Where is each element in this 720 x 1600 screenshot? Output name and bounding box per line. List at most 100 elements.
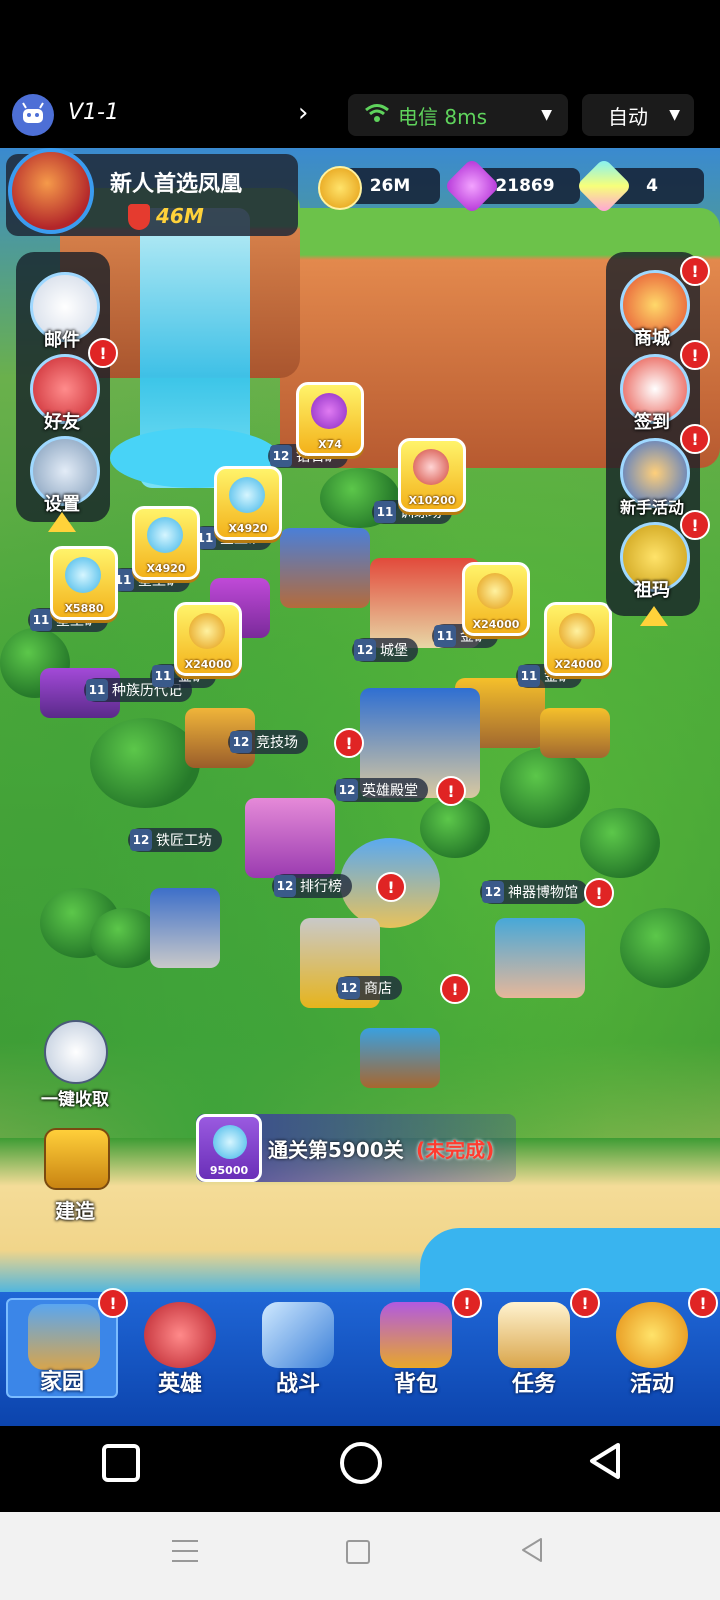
building-label[interactable]: 12 铁匠工坊 (128, 828, 222, 852)
building-label[interactable]: 12 商店 (336, 976, 402, 1000)
building-level: 11 (86, 679, 108, 701)
alert-badge: ! (584, 878, 614, 908)
gold-coin-icon (318, 166, 362, 210)
alert-badge: ! (680, 256, 710, 286)
checkin-button[interactable]: 签到 (614, 354, 690, 434)
zuma-button[interactable]: 祖玛 (614, 522, 690, 602)
wifi-icon (364, 103, 390, 128)
stage-status: (未完成) (416, 1138, 495, 1162)
building-name: 商店 (364, 981, 392, 997)
leaderboard-building[interactable] (245, 798, 335, 878)
blacksmith-building[interactable] (150, 888, 220, 968)
quest-scroll-icon (498, 1302, 570, 1368)
alert-badge: ! (680, 424, 710, 454)
building-label[interactable]: 12 城堡 (352, 638, 418, 662)
alert-badge: ! (436, 776, 466, 806)
bottom-tab-bar: 家园 ! 英雄 战斗 背包 ! 任务 ! 活动 ! (0, 1288, 720, 1426)
back-triangle-icon[interactable] (520, 1536, 544, 1568)
stage-reward-icon: 95000 (196, 1114, 262, 1182)
reward-bubble[interactable]: X74 (296, 382, 364, 456)
alert-badge: ! (376, 872, 406, 902)
gold-mine-building[interactable] (540, 708, 610, 758)
reward-bubble[interactable]: X10200 (398, 438, 466, 512)
building-level: 12 (274, 875, 296, 897)
menu-lines-icon[interactable] (172, 1540, 198, 1562)
building-label[interactable]: 12 神器博物馆 (480, 880, 588, 904)
reward-bubble[interactable]: X24000 (544, 602, 612, 676)
player-name: 新人首选凤凰 (110, 172, 243, 197)
building-label[interactable]: 12 英雄殿堂 (334, 778, 428, 802)
building-name: 英雄殿堂 (362, 783, 418, 799)
building-name: 排行榜 (300, 879, 342, 895)
device-navigation-bar (0, 1512, 720, 1600)
player-avatar[interactable] (8, 148, 94, 234)
reward-bubble[interactable]: X4920 (132, 506, 200, 580)
purple-gem-plus-icon (443, 157, 501, 215)
alert-badge: ! (440, 974, 470, 1004)
home-circle-icon[interactable] (340, 1442, 382, 1484)
reward-amount: X4920 (228, 522, 268, 535)
collect-all-label: 一键收取 (41, 1090, 109, 1110)
reward-bubble[interactable]: X4920 (214, 466, 282, 540)
tree (620, 908, 710, 988)
storage-building[interactable] (360, 1028, 440, 1088)
building-label[interactable]: 12 竞技场 (228, 730, 308, 754)
power-shield-icon (128, 204, 150, 230)
build-label: 建造 (55, 1199, 95, 1223)
stage-progress-banner[interactable]: 95000 通关第5900关 (未完成) (196, 1114, 516, 1182)
reward-amount: X10200 (408, 494, 456, 507)
shop-button[interactable]: 商城 (614, 270, 690, 350)
reward-amount: X24000 (554, 658, 602, 671)
building-level: 11 (374, 501, 396, 523)
remote-control-bar: V1-1 › 电信 8ms ▼ 自动 ▼ (0, 0, 720, 148)
dropdown-arrow-icon: ▼ (541, 107, 552, 123)
network-status[interactable]: 电信 8ms ▼ (348, 94, 568, 136)
reward-bubble[interactable]: X24000 (174, 602, 242, 676)
event-crown-icon (616, 1302, 688, 1368)
tree (420, 798, 490, 858)
building-level: 11 (30, 609, 52, 631)
chevron-right-icon[interactable]: › (298, 98, 308, 128)
mode-select[interactable]: 自动 ▼ (582, 94, 694, 136)
building-level: 11 (434, 625, 456, 647)
reward-bubble[interactable]: X5880 (50, 546, 118, 620)
network-label: 电信 8ms (398, 104, 487, 129)
newbie-event-button[interactable]: 新手活动 (614, 438, 690, 518)
crossed-swords-icon (262, 1302, 334, 1368)
building-name: 神器博物馆 (508, 885, 578, 901)
home-square-icon[interactable] (346, 1540, 370, 1564)
remote-navigation-bar (0, 1426, 720, 1512)
alert-badge: ! (88, 338, 118, 368)
artifact-museum-building[interactable] (495, 918, 585, 998)
friends-button[interactable]: 好友 (24, 354, 100, 434)
game-viewport[interactable]: 12钻石矿 11训练场 11星尘矿 11星尘矿 11星尘矿 11种族历代记 11… (0, 148, 720, 1426)
building-level: 12 (270, 445, 292, 467)
build-button[interactable]: 建造 (30, 1128, 120, 1224)
building-level: 11 (152, 665, 174, 687)
building-level: 12 (230, 731, 252, 753)
collapse-up-arrow-icon[interactable] (640, 606, 668, 626)
stage-text: 通关第5900关 (268, 1138, 404, 1162)
reward-amount: X24000 (184, 658, 232, 671)
pointing-hand-icon (44, 1020, 108, 1084)
stardust-icon (213, 1125, 247, 1159)
recents-square-icon[interactable] (102, 1444, 140, 1482)
building-label[interactable]: 12 排行榜 (272, 874, 352, 898)
collect-all-button[interactable]: 一键收取 (30, 1020, 120, 1110)
reward-amount: X4920 (146, 562, 186, 575)
settings-button[interactable]: 设置 (24, 436, 100, 516)
android-robot-icon[interactable] (12, 94, 54, 136)
reward-bubble[interactable]: X24000 (462, 562, 530, 636)
collapse-up-arrow-icon[interactable] (48, 512, 76, 532)
tab-hero[interactable]: 英雄 (124, 1298, 236, 1398)
building-level: 11 (518, 665, 540, 687)
reward-amount: X74 (318, 438, 342, 451)
tree (500, 748, 590, 828)
building-level: 12 (130, 829, 152, 851)
back-triangle-icon[interactable] (588, 1442, 622, 1484)
reward-amount: X5880 (64, 602, 104, 615)
tab-battle[interactable]: 战斗 (242, 1298, 354, 1398)
diamond-mine-building[interactable] (280, 528, 370, 608)
mail-button[interactable]: 邮件 (24, 272, 100, 352)
alert-badge: ! (680, 510, 710, 540)
